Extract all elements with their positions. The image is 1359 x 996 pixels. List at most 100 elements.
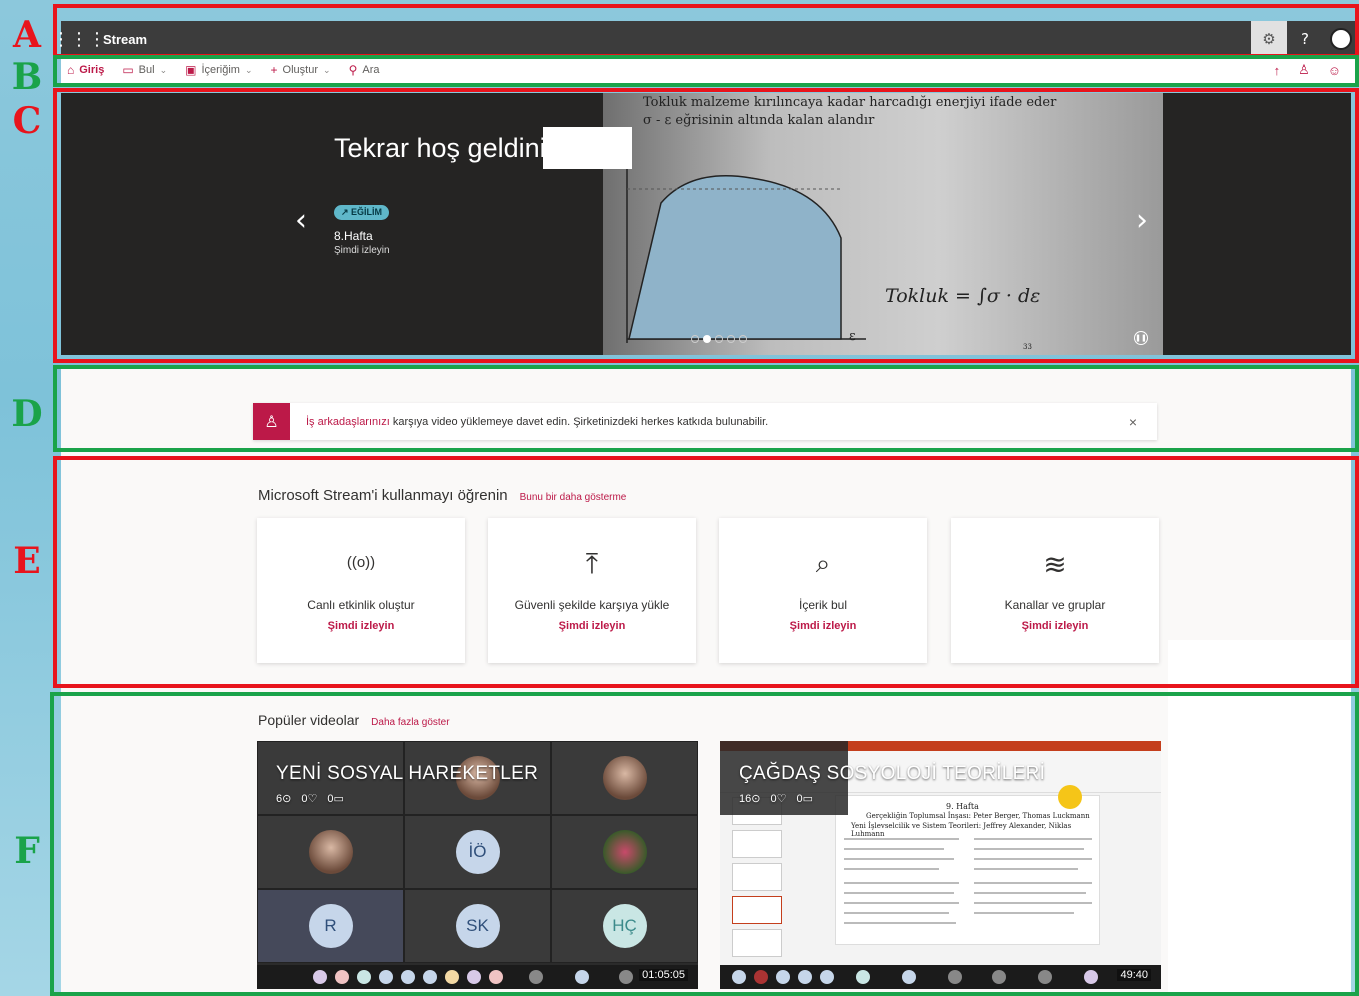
- invite-link[interactable]: İş arkadaşlarınızı: [306, 416, 390, 428]
- nav-item-label: İçeriğim: [201, 64, 240, 76]
- hero-slide-image[interactable]: Tokluk malzeme kırılıncaya kadar harcadı…: [603, 93, 1163, 355]
- card-watch-link[interactable]: Şimdi izleyin: [257, 620, 465, 632]
- popular-title: Popüler videolar: [258, 712, 360, 728]
- invite-text: karşıya video yüklemeye davet edin. Şirk…: [389, 415, 769, 428]
- participant-avatar: [602, 830, 647, 874]
- participant-tile: [551, 741, 698, 815]
- participant-tile: [551, 815, 698, 889]
- nav-item-create[interactable]: + Oluştur ⌄: [271, 63, 331, 77]
- live-event-icon: ((o)): [346, 554, 376, 571]
- search-box[interactable]: ⚲ Ara: [349, 63, 380, 77]
- carousel-dot[interactable]: [739, 335, 747, 343]
- participant-avatar: [602, 756, 647, 800]
- card-channels[interactable]: ≋ Kanallar ve gruplar Şimdi izleyin: [951, 518, 1159, 663]
- carousel-dot[interactable]: [715, 335, 723, 343]
- nav-item-home[interactable]: ⌂ Giriş: [67, 63, 104, 77]
- smiley-icon[interactable]: ☺: [1328, 63, 1341, 78]
- comment-icon: ▭: [802, 793, 813, 805]
- card-discover[interactable]: ⌕ İçerik bul Şimdi izleyin: [719, 518, 927, 663]
- help-button[interactable]: ?: [1287, 21, 1323, 57]
- card-live-event[interactable]: ((o)) Canlı etkinlik oluştur Şimdi izley…: [257, 518, 465, 663]
- top-bar: ⋮⋮⋮ Stream ⚙ ?: [52, 21, 1359, 57]
- participant-dot: [357, 970, 371, 984]
- participant-tile: [257, 815, 404, 889]
- participant-dot: [379, 970, 393, 984]
- profile-avatar[interactable]: [1323, 21, 1359, 57]
- slide-thumbnail: [732, 929, 782, 957]
- comments-count: 0▭: [796, 793, 813, 805]
- comments-count: 0▭: [327, 793, 344, 805]
- participant-dot: [529, 970, 543, 984]
- participant-tile: R: [257, 889, 404, 963]
- participant-dot: [575, 970, 589, 984]
- home-icon: ⌂: [67, 63, 75, 77]
- app-title[interactable]: Stream: [103, 32, 147, 47]
- waffle-icon[interactable]: ⋮⋮⋮: [52, 21, 106, 57]
- participant-dot: [335, 970, 349, 984]
- slide-thumbnails: [732, 797, 790, 957]
- meeting-participant-bar: [257, 965, 698, 989]
- annotation-letter-d: D: [11, 393, 43, 435]
- redacted-name: [543, 127, 632, 169]
- card-watch-link[interactable]: Şimdi izleyin: [488, 620, 696, 632]
- chevron-left-icon[interactable]: ‹: [295, 203, 307, 238]
- doc-line-2: Yeni İşlevselcilik ve Sistem Teorileri: …: [851, 822, 1072, 838]
- gear-icon[interactable]: ⚙: [1251, 21, 1287, 57]
- play-icon: ⊙: [751, 793, 761, 805]
- invite-message: İş arkadaşlarınızı karşıya video yükleme…: [306, 416, 768, 428]
- text-line: [844, 882, 959, 884]
- video-card-2[interactable]: 9. Hafta Gerçekliğin Toplumsal İnşası: P…: [720, 741, 1161, 989]
- doc-week: 9. Hafta: [946, 802, 979, 811]
- card-label: Canlı etkinlik oluştur: [307, 598, 415, 612]
- top-bar-actions: ⚙ ?: [1251, 21, 1359, 57]
- plus-icon: +: [270, 63, 278, 77]
- views-count: 6⊙: [276, 793, 292, 805]
- dont-show-again-link[interactable]: Bunu bir daha gösterme: [520, 492, 627, 503]
- text-line: [974, 912, 1074, 914]
- pause-icon[interactable]: ❚❚: [1134, 331, 1148, 345]
- participant-avatar: SK: [455, 904, 500, 948]
- nav-item-my-content[interactable]: ▣ İçeriğim ⌄: [185, 63, 252, 77]
- slide-text-line-1: Tokluk malzeme kırılıncaya kadar harcadı…: [643, 95, 1057, 110]
- participant-dot: [445, 970, 459, 984]
- card-upload[interactable]: ⤒ Güvenli şekilde karşıya yükle Şimdi iz…: [488, 518, 696, 663]
- my-content-icon: ▣: [185, 63, 197, 77]
- play-icon: ⊙: [282, 793, 292, 805]
- text-line: [974, 848, 1084, 850]
- participant-dot: [776, 970, 790, 984]
- search-icon: ⚲: [348, 63, 358, 77]
- hero-video-title[interactable]: 8.Hafta: [334, 229, 373, 243]
- card-label: Kanallar ve gruplar: [1004, 598, 1106, 612]
- carousel-dot-active[interactable]: [703, 335, 711, 343]
- person-icon[interactable]: ♙: [1298, 62, 1310, 78]
- slide-thumbnail: [732, 830, 782, 858]
- popular-header: Popüler videolar Daha fazla göster: [258, 712, 450, 728]
- slide-formula: Tokluk = ∫σ · dε: [885, 285, 1041, 307]
- search-label: Ara: [362, 64, 380, 76]
- hero-welcome: Tekrar hoş geldiniz: [334, 133, 560, 163]
- carousel-dot[interactable]: [727, 335, 735, 343]
- card-watch-link[interactable]: Şimdi izleyin: [719, 620, 927, 632]
- likes-count: 0♡: [301, 793, 318, 805]
- participant-avatar: HÇ: [602, 904, 647, 948]
- annotation-letter-b: B: [11, 56, 43, 98]
- upload-icon[interactable]: ↑: [1274, 63, 1281, 78]
- trending-label: EĞİLİM: [351, 207, 383, 217]
- participant-avatar: [308, 830, 353, 874]
- video-title: YENİ SOSYAL HAREKETLER: [276, 763, 539, 784]
- carousel-dot[interactable]: [691, 335, 699, 343]
- chevron-right-icon[interactable]: ›: [1136, 203, 1148, 238]
- nav-item-find[interactable]: ▭ Bul ⌄: [122, 63, 167, 77]
- slide-axis-label: ε: [849, 329, 856, 344]
- text-line: [974, 882, 1092, 884]
- participant-dot: [1038, 970, 1052, 984]
- show-more-link[interactable]: Daha fazla göster: [371, 717, 449, 728]
- cursor-highlight: [1058, 785, 1082, 809]
- hero-watch-link[interactable]: Şimdi izleyin: [334, 245, 390, 256]
- annotation-letter-f: F: [14, 830, 40, 872]
- close-icon[interactable]: ×: [1129, 414, 1137, 430]
- participant-dot: [732, 970, 746, 984]
- participant-dot: [313, 970, 327, 984]
- video-card-1[interactable]: İÖ R SK HÇ YENİ SOSYAL HAREKETLER 6⊙ 0♡ …: [257, 741, 698, 989]
- card-watch-link[interactable]: Şimdi izleyin: [951, 620, 1159, 632]
